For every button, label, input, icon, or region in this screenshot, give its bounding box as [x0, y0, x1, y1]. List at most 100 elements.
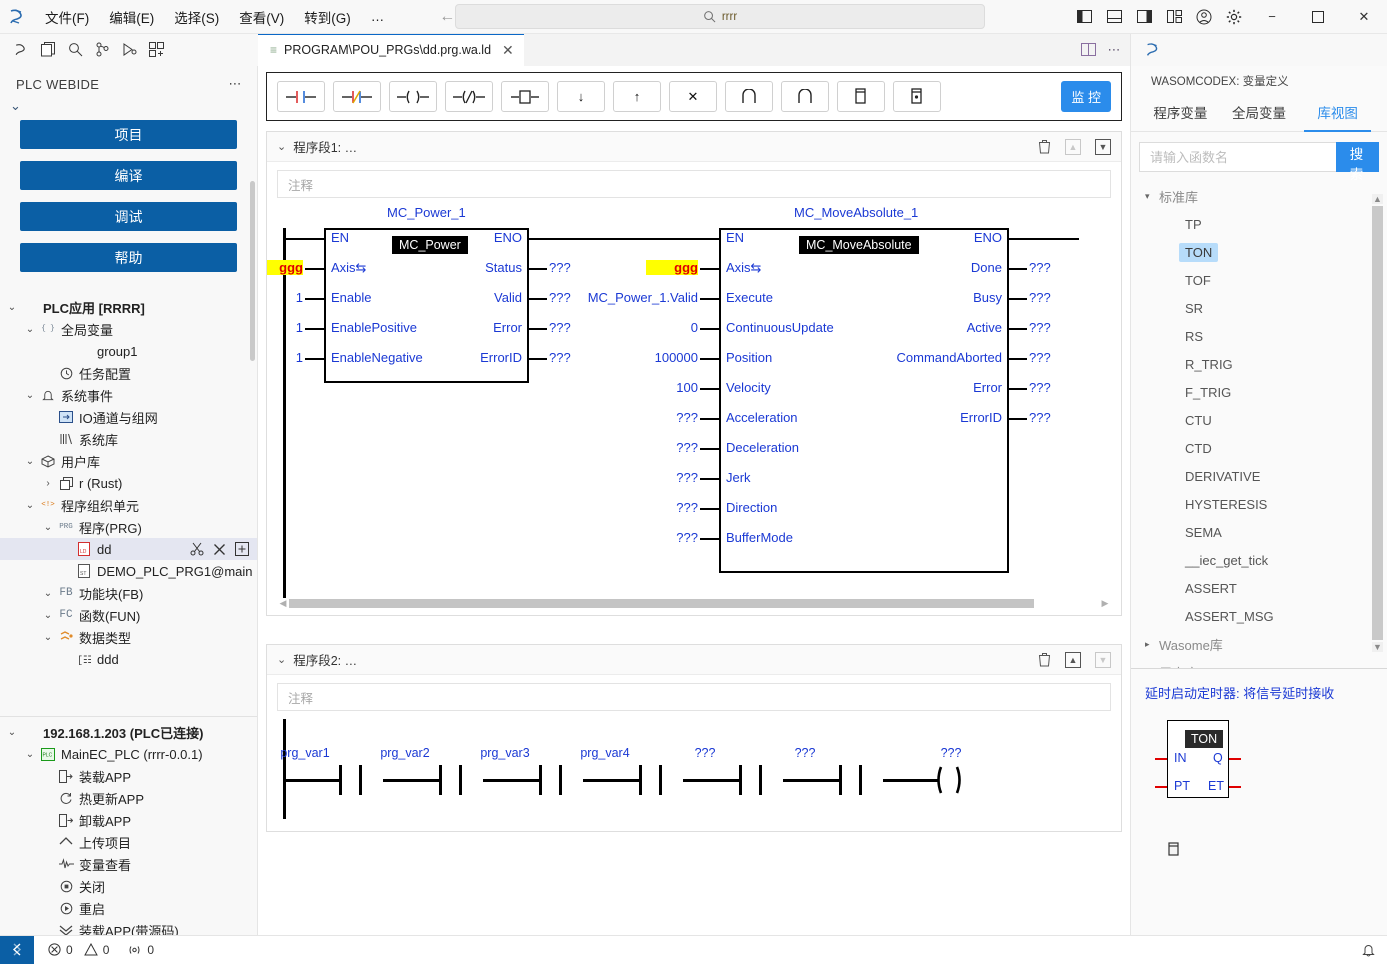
scroll-down-icon[interactable]: ▼ — [1372, 642, 1383, 652]
contact-bar-left-4[interactable] — [739, 765, 742, 795]
tree-item-2[interactable]: group1 — [0, 340, 257, 362]
library-item-SR[interactable]: SR — [1131, 294, 1387, 322]
contact-bar-right-1[interactable] — [459, 765, 462, 795]
tree-item-1[interactable]: ⌄ PLC MainEC_PLC (rrrr-0.0.1) — [0, 743, 257, 765]
ma-value-decel-in[interactable]: ??? — [646, 440, 698, 455]
ma-value-direction-in[interactable]: ??? — [646, 500, 698, 515]
tree-item-0[interactable]: ⌄ 192.168.1.203 (PLC已连接) — [0, 721, 257, 743]
library-item-SEMA[interactable]: SEMA — [1131, 518, 1387, 546]
tree-item-13[interactable]: ⌄ FB 功能块(FB) — [0, 582, 257, 604]
broadcast-count[interactable]: 0 — [127, 943, 154, 957]
tree-item-7[interactable]: ⌄ 用户库 — [0, 450, 257, 472]
contact-bar-right-4[interactable] — [759, 765, 762, 795]
contact-bar-left-2[interactable] — [539, 765, 542, 795]
copy-icon[interactable] — [37, 39, 59, 61]
tree-item-8[interactable]: › r (Rust) — [0, 472, 257, 494]
close-button[interactable]: ✕ — [1341, 0, 1387, 34]
search-icon[interactable] — [64, 39, 86, 61]
close-icon[interactable]: ✕ — [502, 42, 514, 59]
twisty-expanded-icon[interactable]: ⌄ — [22, 324, 38, 335]
copy-icon[interactable] — [1145, 842, 1373, 857]
library-item-TOF[interactable]: TOF — [1131, 266, 1387, 294]
twisty-expanded-icon[interactable]: ⌄ — [40, 632, 56, 643]
extensions-icon[interactable] — [145, 39, 167, 61]
tree-item-5[interactable]: IO通道与组网 — [0, 406, 257, 428]
rung-2-comment[interactable]: 注释 — [277, 683, 1111, 711]
tree-item-3[interactable]: 任务配置 — [0, 362, 257, 384]
split-editor-icon[interactable] — [1080, 43, 1096, 56]
library-search-input[interactable] — [1139, 142, 1336, 172]
tree-item-2[interactable]: 装载APP — [0, 765, 257, 787]
rung-1-comment[interactable]: 注释 — [277, 170, 1111, 198]
remote-icon[interactable] — [0, 935, 34, 964]
contact-bar-left-1[interactable] — [439, 765, 442, 795]
scroll-thumb[interactable] — [289, 599, 1034, 608]
ma-value-done-out[interactable]: ??? — [1029, 260, 1051, 275]
rung-1-hscrollbar[interactable]: ◀ ▶ — [277, 598, 1111, 609]
tab-dd-prg-wa-ld[interactable]: ≡ PROGRAM\POU_PRGs\dd.prg.wa.ld ✕ — [258, 33, 524, 66]
minimize-button[interactable]: − — [1249, 0, 1295, 34]
tree-item-4[interactable]: 卸载APP — [0, 809, 257, 831]
coil-symbol[interactable] — [935, 765, 969, 795]
ma-value-continuous-in[interactable]: 0 — [646, 320, 698, 335]
value-enableneg-in[interactable]: 1 — [267, 350, 303, 365]
menu-view[interactable]: 查看(V) — [230, 3, 293, 31]
library-item-CTD[interactable]: CTD — [1131, 434, 1387, 462]
twisty-expanded-icon[interactable]: ⌄ — [40, 588, 56, 599]
ma-value-error-out[interactable]: ??? — [1029, 380, 1051, 395]
delete-button[interactable]: ✕ — [669, 81, 717, 112]
bell-icon[interactable] — [1362, 943, 1375, 957]
twisty-collapsed-icon[interactable]: › — [40, 478, 56, 489]
tree-item-10[interactable]: ⌄ PRG 程序(PRG) — [0, 516, 257, 538]
chevron-down-icon[interactable]: ⌄ — [277, 653, 286, 666]
move-up-icon[interactable]: ▲ — [1065, 138, 1081, 155]
tree-item-11[interactable]: LD dd — [0, 538, 257, 560]
tree-item-7[interactable]: 关闭 — [0, 875, 257, 897]
contact-bar-right-3[interactable] — [659, 765, 662, 795]
cut-icon[interactable] — [190, 542, 204, 556]
ma-value-cmdaborted-out[interactable]: ??? — [1029, 350, 1051, 365]
contact-bar-left-0[interactable] — [339, 765, 342, 795]
tree-item-5[interactable]: 上传项目 — [0, 831, 257, 853]
delete-icon[interactable] — [1038, 139, 1051, 154]
tree-item-16[interactable]: [☷ ddd — [0, 648, 257, 670]
rung-2-header[interactable]: ⌄ 程序段2: … ▲ ▼ — [267, 645, 1121, 675]
tree-item-0[interactable]: ⌄ PLC应用 [RRRR] — [0, 296, 257, 318]
tab-library-view[interactable]: 库视图 — [1298, 96, 1377, 132]
contact-bar-left-3[interactable] — [639, 765, 642, 795]
value-errorid-out[interactable]: ??? — [549, 350, 571, 365]
library-item-RS[interactable]: RS — [1131, 322, 1387, 350]
more-actions-icon[interactable]: ⋯ — [229, 76, 244, 92]
twisty-expanded-icon[interactable]: ⌄ — [40, 610, 56, 621]
library-group-17[interactable]: ▸用户库 — [1131, 658, 1387, 669]
paste-button[interactable] — [893, 81, 941, 112]
ma-value-position-in[interactable]: 100000 — [626, 350, 698, 365]
library-search-button[interactable]: 搜 索 — [1336, 142, 1379, 182]
scroll-left-icon[interactable]: ◀ — [277, 598, 289, 609]
add-icon[interactable] — [235, 542, 249, 556]
library-group-0[interactable]: ▾ 标准库 — [1131, 182, 1387, 210]
panel-bottom-icon[interactable] — [1099, 2, 1129, 32]
tree-item-8[interactable]: 重启 — [0, 897, 257, 919]
scroll-up-icon[interactable]: ▲ — [1372, 194, 1383, 204]
mc-moveabsolute-block[interactable] — [719, 228, 1009, 573]
falling-edge-button[interactable]: ↓ — [557, 81, 605, 112]
tab-global-variables[interactable]: 全局变量 — [1220, 96, 1299, 132]
ma-value-active-out[interactable]: ??? — [1029, 320, 1051, 335]
rung-1-header[interactable]: ⌄ 程序段1: … ▲ ▼ — [267, 132, 1121, 162]
value-enable-in[interactable]: 1 — [267, 290, 303, 305]
tab-program-variables[interactable]: 程序变量 — [1141, 96, 1220, 132]
more-actions-icon[interactable]: ⋯ — [1108, 42, 1123, 58]
move-down-icon[interactable]: ▼ — [1095, 138, 1111, 155]
twisty-expanded-icon[interactable]: ⌄ — [22, 749, 38, 760]
value-status-out[interactable]: ??? — [549, 260, 571, 275]
block-button[interactable] — [501, 81, 549, 112]
contact-no-button[interactable] — [277, 81, 325, 112]
twisty-expanded-icon[interactable]: ⌄ — [22, 456, 38, 467]
compile-button[interactable]: 编译 — [20, 161, 237, 190]
value-axis-in[interactable]: ggg — [267, 260, 303, 275]
scroll-right-icon[interactable]: ▶ — [1099, 598, 1111, 609]
ma-value-accel-in[interactable]: ??? — [646, 410, 698, 425]
rung-2-canvas[interactable]: prg_var1 prg_var2 prg_var3 prg_var4????????… — [267, 711, 1121, 831]
library-item-DERIVATIVE[interactable]: DERIVATIVE — [1131, 462, 1387, 490]
